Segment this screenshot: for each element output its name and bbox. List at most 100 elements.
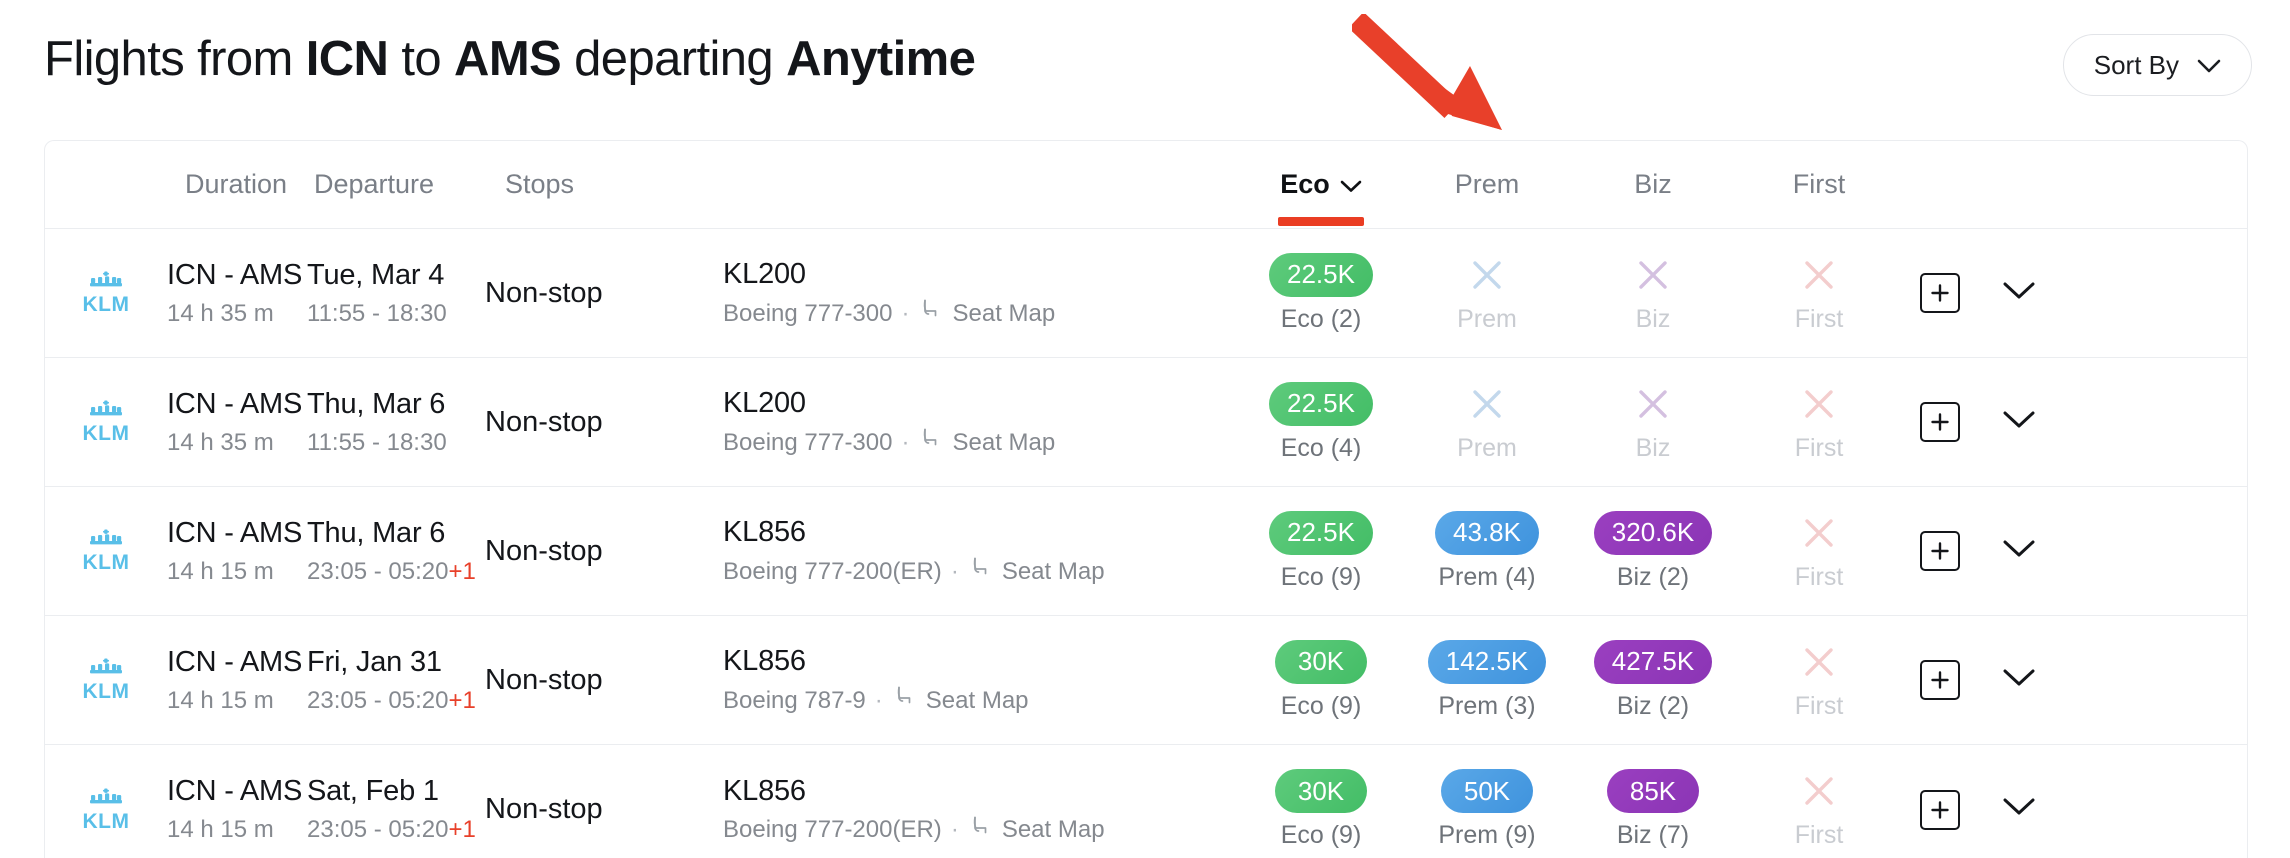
cabin-cell-first: First xyxy=(1736,640,1902,721)
cabin-cell-prem[interactable]: 142.5K Prem (3) xyxy=(1404,639,1570,721)
cabin-cell-biz[interactable]: 85K Biz (7) xyxy=(1570,769,1736,850)
column-header-duration: Duration xyxy=(185,169,288,199)
column-header-eco[interactable]: Eco xyxy=(1238,169,1404,226)
cabin-cell-prem: Prem xyxy=(1404,253,1570,334)
cabin-label-eco: Eco (9) xyxy=(1280,821,1362,849)
departure-date: Thu, Mar 6 xyxy=(307,387,446,420)
seat-map-link[interactable]: Seat Map xyxy=(968,814,1105,847)
unavailable-x-icon xyxy=(1797,511,1841,555)
price-badge-biz[interactable]: 85K xyxy=(1607,769,1699,813)
table-row[interactable]: KLM ICN - AMS 14 h 35 m Tue, Mar 4 11:55… xyxy=(45,229,2247,358)
expand-row-button[interactable] xyxy=(2002,281,2036,306)
cabin-label-eco: Eco (4) xyxy=(1280,433,1362,462)
duration-label: 14 h 35 m xyxy=(167,299,274,327)
stops-label: Non-stop xyxy=(485,663,603,696)
price-badge-eco[interactable]: 22.5K xyxy=(1269,381,1373,426)
price-badge-biz[interactable]: 320.6K xyxy=(1593,510,1713,555)
add-to-compare-button[interactable] xyxy=(1920,273,1960,313)
cabin-label-prem: Prem (3) xyxy=(1438,691,1536,720)
flight-number: KL200 xyxy=(723,387,806,419)
cabin-label-biz: Biz xyxy=(1635,304,1671,333)
row-actions-cell xyxy=(1902,273,2092,313)
page-header: Flights from ICN to AMS departing Anytim… xyxy=(0,0,2290,140)
plus-icon xyxy=(1931,542,1949,560)
cabin-cell-eco[interactable]: 22.5K Eco (2) xyxy=(1238,252,1404,334)
departure-cell: Sat, Feb 1 23:05 - 05:20+1 xyxy=(307,773,485,846)
route-duration-cell: ICN - AMS 14 h 15 m xyxy=(167,644,307,717)
row-actions-cell xyxy=(1902,531,2092,571)
column-header-biz[interactable]: Biz xyxy=(1570,169,1736,200)
add-to-compare-button[interactable] xyxy=(1920,531,1960,571)
route-duration-cell: ICN - AMS 14 h 15 m xyxy=(167,773,307,846)
aircraft-label: Boeing 777-300 xyxy=(723,428,893,456)
column-header-biz-label: Biz xyxy=(1634,169,1672,199)
departure-times: 23:05 - 05:20+1 xyxy=(307,556,485,588)
cabin-cell-biz[interactable]: 320.6K Biz (2) xyxy=(1570,510,1736,592)
stops-cell: Non-stop xyxy=(485,406,723,439)
column-header-first[interactable]: First xyxy=(1736,169,1902,200)
cabin-cell-prem[interactable]: 50K Prem (9) xyxy=(1404,769,1570,850)
cabin-cell-eco[interactable]: 22.5K Eco (4) xyxy=(1238,381,1404,463)
separator-dot: · xyxy=(874,686,883,714)
cabin-cell-first: First xyxy=(1736,769,1902,850)
table-header-row: Duration Departure Stops Eco Prem Biz Fi… xyxy=(45,141,2247,229)
seat-map-link[interactable]: Seat Map xyxy=(918,426,1055,459)
table-row[interactable]: KLM ICN - AMS 14 h 35 m Thu, Mar 6 11:55… xyxy=(45,358,2247,487)
cabin-label-prem: Prem (4) xyxy=(1438,562,1536,591)
price-badge-eco[interactable]: 22.5K xyxy=(1269,510,1373,555)
price-badge-biz[interactable]: 427.5K xyxy=(1593,639,1713,684)
plus-icon xyxy=(1931,413,1949,431)
column-header-prem-label: Prem xyxy=(1454,169,1520,199)
expand-row-button[interactable] xyxy=(2002,797,2036,822)
plus-icon xyxy=(1931,800,1949,819)
column-header-departure: Departure xyxy=(314,169,435,199)
expand-row-button[interactable] xyxy=(2002,410,2036,435)
chevron-down-icon xyxy=(2003,411,2035,427)
departure-time-range: 23:05 - 05:20 xyxy=(307,686,449,714)
add-to-compare-button[interactable] xyxy=(1920,402,1960,442)
expand-row-button[interactable] xyxy=(2002,539,2036,564)
price-badge-prem[interactable]: 142.5K xyxy=(1427,639,1547,684)
cabin-label-biz: Biz (7) xyxy=(1616,821,1690,849)
route-duration-cell: ICN - AMS 14 h 35 m xyxy=(167,257,307,330)
departure-date: Tue, Mar 4 xyxy=(307,258,445,291)
seat-map-link[interactable]: Seat Map xyxy=(892,684,1029,717)
cabin-cell-eco[interactable]: 22.5K Eco (9) xyxy=(1238,510,1404,592)
add-to-compare-button[interactable] xyxy=(1920,789,1960,830)
sort-by-button[interactable]: Sort By xyxy=(2062,34,2252,96)
cabin-cell-eco[interactable]: 30K Eco (9) xyxy=(1238,639,1404,721)
seat-map-link[interactable]: Seat Map xyxy=(968,555,1105,588)
klm-logo: KLM xyxy=(83,788,129,833)
airline-logo-cell: KLM xyxy=(45,399,167,445)
expand-row-button[interactable] xyxy=(2002,668,2036,693)
svg-text:KLM: KLM xyxy=(83,680,130,703)
seat-map-label: Seat Map xyxy=(952,428,1056,456)
seat-map-label: Seat Map xyxy=(925,686,1029,714)
row-actions-cell xyxy=(1902,660,2092,700)
cabin-cell-prem: Prem xyxy=(1404,382,1570,463)
unavailable-x-icon xyxy=(1797,640,1841,684)
route-label: ICN - AMS xyxy=(167,387,303,420)
cabin-label-biz: Biz (2) xyxy=(1616,691,1690,720)
price-badge-eco[interactable]: 30K xyxy=(1275,639,1367,684)
table-row[interactable]: KLM ICN - AMS 14 h 15 m Fri, Jan 31 23:0… xyxy=(45,616,2247,745)
route-duration-cell: ICN - AMS 14 h 35 m xyxy=(167,386,307,459)
aircraft-label: Boeing 777-200(ER) xyxy=(723,557,942,585)
unavailable-x-icon xyxy=(1797,382,1841,426)
cabin-cell-eco[interactable]: 30K Eco (9) xyxy=(1238,769,1404,850)
cabin-cell-prem[interactable]: 43.8K Prem (4) xyxy=(1404,510,1570,592)
price-badge-eco[interactable]: 22.5K xyxy=(1269,252,1373,297)
flight-results-page: Flights from ICN to AMS departing Anytim… xyxy=(0,0,2290,858)
add-to-compare-button[interactable] xyxy=(1920,660,1960,700)
chevron-down-icon xyxy=(2003,282,2035,298)
price-badge-prem[interactable]: 43.8K xyxy=(1435,510,1539,555)
column-header-prem[interactable]: Prem xyxy=(1404,169,1570,200)
plus-day-indicator: +1 xyxy=(448,816,476,843)
price-badge-prem[interactable]: 50K xyxy=(1441,769,1533,813)
active-cabin-underline xyxy=(1278,217,1364,226)
seat-map-link[interactable]: Seat Map xyxy=(918,297,1055,330)
price-badge-eco[interactable]: 30K xyxy=(1275,769,1367,813)
table-row[interactable]: KLM ICN - AMS 14 h 15 m Sat, Feb 1 23:05… xyxy=(45,745,2247,858)
cabin-cell-biz[interactable]: 427.5K Biz (2) xyxy=(1570,639,1736,721)
table-row[interactable]: KLM ICN - AMS 14 h 15 m Thu, Mar 6 23:05… xyxy=(45,487,2247,616)
